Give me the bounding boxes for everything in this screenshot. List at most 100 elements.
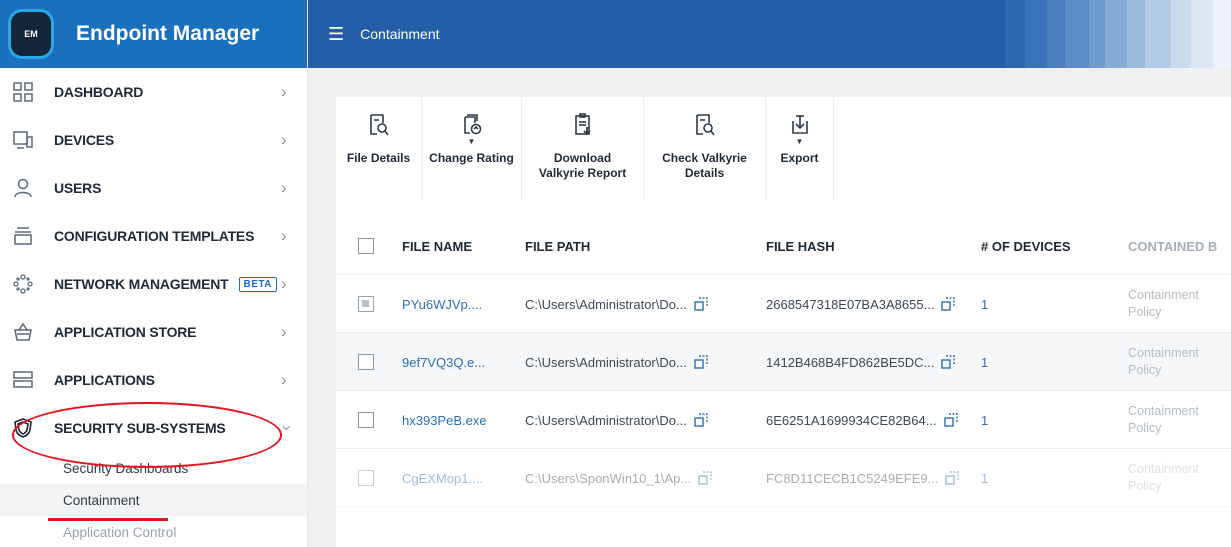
column-header-contained-by[interactable]: CONTAINED B [1128,217,1217,275]
row-checkbox[interactable] [358,470,374,486]
file-name-link[interactable]: PYu6WJVp.... [402,275,482,333]
table-row[interactable]: CgEXMop1.... C:\Users\SponWin10_1\Ap... … [336,449,1231,507]
row-checkbox-cell [358,391,374,449]
sidebar-subitem-containment[interactable]: Containment [0,484,307,516]
column-header-file-hash[interactable]: FILE HASH [766,217,835,275]
dropdown-caret-icon: ▼ [795,137,804,146]
copy-icon[interactable] [694,355,708,369]
contained-by-text: Containment [1128,462,1199,476]
app-title: Endpoint Manager [76,22,260,45]
chevron-right-icon: › [281,274,287,293]
device-count-link[interactable]: 1 [981,333,988,391]
column-header-file-path[interactable]: FILE PATH [525,217,590,275]
file-hash-text: 2668547318E07BA3A8655... [766,296,935,312]
copy-icon[interactable] [943,413,958,427]
device-count-link[interactable]: 1 [981,391,988,449]
sidebar-item-application-store[interactable]: APPLICATION STORE › [0,308,307,356]
sidebar: EM Endpoint Manager DASHBOARD › DEVICES … [0,0,308,547]
contained-by-cell: Containment Policy [1128,391,1199,449]
topbar: ☰ Containment [308,0,1231,68]
hamburger-menu-icon[interactable]: ☰ [328,24,344,45]
check-valkyrie-details-button[interactable]: Check Valkyrie Details [644,97,766,200]
copy-icon[interactable] [694,413,708,427]
sidebar-item-label: SECURITY SUB-SYSTEMS [54,420,226,436]
file-name-link[interactable]: CgEXMop1.... [402,449,483,507]
device-count-link[interactable]: 1 [981,275,988,333]
file-path-text: C:\Users\Administrator\Do... [525,354,687,370]
column-header-file-name[interactable]: FILE NAME [402,217,472,275]
file-details-button[interactable]: File Details [336,97,422,200]
column-header-devices[interactable]: # OF DEVICES [981,217,1071,275]
chevron-right-icon: › [281,130,287,149]
select-all-checkbox[interactable] [358,238,374,254]
export-button[interactable]: ▼ Export [766,97,834,200]
file-hash-text: 1412B468B4FD862BE5DC... [766,354,935,370]
endpoint-manager-logo[interactable]: EM [8,9,54,59]
file-hash-text: FC8D11CECB1C5249EFE9... [766,470,939,486]
copy-icon[interactable] [945,471,960,485]
copy-icon[interactable] [941,355,956,369]
chevron-right-icon: › [281,178,287,197]
file-path-cell: C:\Users\Administrator\Do... [525,275,708,333]
file-name-link[interactable]: hx393PeB.exe [402,391,487,449]
file-details-icon [369,114,389,136]
sidebar-item-devices[interactable]: DEVICES › [0,116,307,164]
sidebar-item-users[interactable]: USERS › [0,164,307,212]
copy-icon[interactable] [941,297,956,311]
row-checkbox[interactable] [358,296,374,312]
sidebar-item-applications[interactable]: APPLICATIONS › [0,356,307,404]
store-basket-icon [10,319,36,345]
chevron-down-icon: › [277,425,297,431]
file-hash-cell: 6E6251A1699934CE82B64... [766,391,958,449]
row-checkbox-cell [358,333,374,391]
select-all-checkbox-cell [358,217,374,275]
table-row[interactable]: PYu6WJVp.... C:\Users\Administrator\Do..… [336,275,1231,333]
table-row[interactable]: hx393PeB.exe C:\Users\Administrator\Do..… [336,391,1231,449]
sidebar-item-security-sub-systems[interactable]: SECURITY SUB-SYSTEMS › [0,404,307,452]
tool-label: Change Rating [429,151,514,165]
contained-by-text: Policy [1128,363,1162,377]
contained-by-text: Containment [1128,404,1199,418]
chevron-right-icon: › [281,82,287,101]
logo-text: EM [24,29,38,39]
chevron-right-icon: › [281,322,287,341]
file-hash-text: 6E6251A1699934CE82B64... [766,412,937,428]
file-path-text: C:\Users\Administrator\Do... [525,296,687,312]
download-valkyrie-report-button[interactable]: Download Valkyrie Report [522,97,644,200]
copy-icon[interactable] [694,297,708,311]
sidebar-item-configuration-templates[interactable]: CONFIGURATION TEMPLATES › [0,212,307,260]
file-name-link[interactable]: 9ef7VQ3Q.e... [402,333,485,391]
table-row[interactable]: 9ef7VQ3Q.e... C:\Users\Administrator\Do.… [336,333,1231,391]
sidebar-item-label: APPLICATION STORE [54,324,197,340]
tool-label-line: Check Valkyrie [662,151,747,165]
copy-icon[interactable] [698,471,712,485]
devices-icon [10,127,36,153]
file-path-text: C:\Users\SponWin10_1\Ap... [525,470,692,486]
beta-badge: BETA [238,276,277,292]
device-count-link[interactable]: 1 [981,449,988,507]
row-checkbox[interactable] [358,354,374,370]
change-rating-button[interactable]: ▼ Change Rating [422,97,522,200]
tool-label-line: Valkyrie Report [538,166,627,180]
network-icon [10,271,36,297]
contained-by-cell: Containment Policy [1128,275,1199,333]
templates-icon [10,223,36,249]
decorative-stripes [1005,0,1231,68]
contained-by-text: Containment [1128,346,1199,360]
check-details-icon [695,114,715,136]
brand-header: EM Endpoint Manager [0,0,307,68]
contained-by-cell: Containment Policy [1128,333,1199,391]
export-icon [791,115,808,134]
row-checkbox[interactable] [358,412,374,428]
row-checkbox-cell [358,275,374,333]
contained-by-text: Policy [1128,479,1162,493]
sidebar-subitem-security-dashboards[interactable]: Security Dashboards [0,452,307,484]
dropdown-caret-icon: ▼ [467,137,476,146]
user-icon [10,175,36,201]
sidebar-item-label: NETWORK MANAGEMENT [54,276,229,292]
file-path-cell: C:\Users\Administrator\Do... [525,391,708,449]
tool-label: Download Valkyrie Report [539,151,626,181]
sidebar-item-dashboard[interactable]: DASHBOARD › [0,68,307,116]
change-rating-icon [463,114,481,135]
sidebar-item-network-management[interactable]: NETWORK MANAGEMENT BETA › [0,260,307,308]
